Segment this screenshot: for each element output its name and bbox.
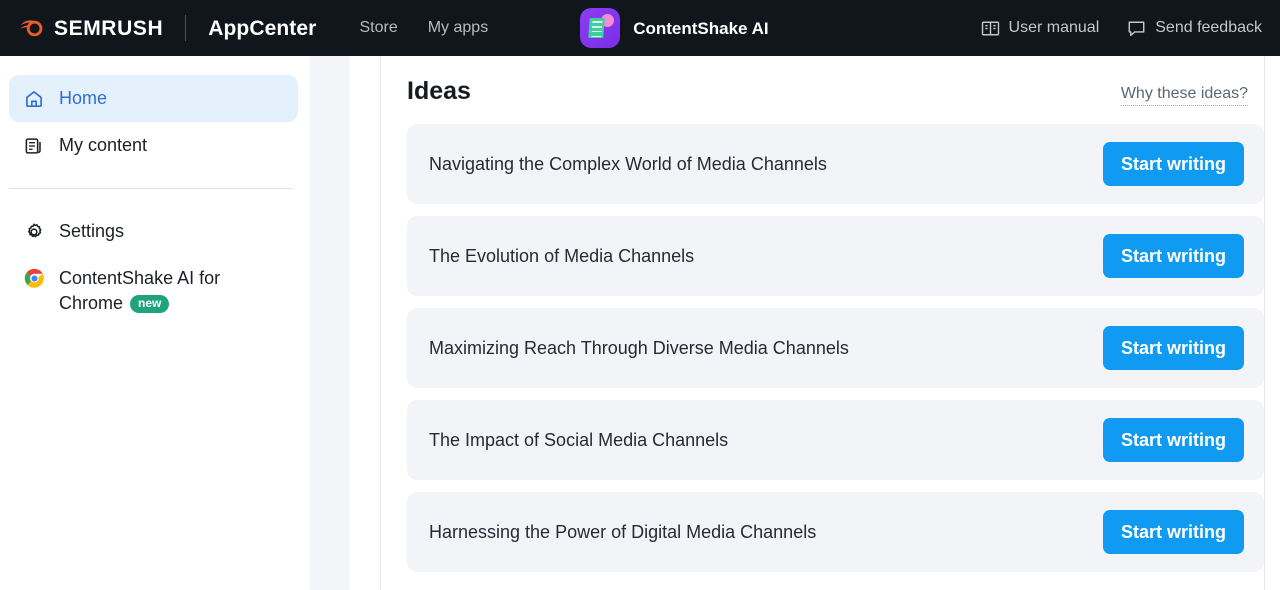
app-icon-document	[588, 18, 605, 38]
page-title: Ideas	[407, 77, 471, 105]
idea-card[interactable]: The Evolution of Media Channels Start wr…	[407, 216, 1264, 296]
home-icon	[23, 86, 45, 111]
sidebar-item-home[interactable]: Home	[9, 75, 298, 122]
book-icon	[981, 19, 1000, 38]
sidebar-divider	[9, 188, 293, 189]
idea-title: The Evolution of Media Channels	[429, 245, 695, 266]
start-writing-button[interactable]: Start writing	[1102, 510, 1244, 554]
new-badge: new	[130, 295, 170, 313]
user-manual-button[interactable]: User manual	[981, 19, 1100, 38]
semrush-wordmark: SEMRUSH	[54, 16, 164, 40]
content-right-border	[1264, 56, 1265, 590]
start-writing-button[interactable]: Start writing	[1102, 234, 1244, 278]
content-left-gutter	[350, 56, 381, 590]
sidebar-gutter-strip	[310, 56, 350, 590]
send-feedback-label: Send feedback	[1155, 19, 1262, 36]
top-bar-actions: User manual Send feedback	[981, 19, 1262, 38]
sidebar-item-contentshake-chrome-label: ContentShake AI for Chrome new	[59, 268, 221, 313]
start-writing-button[interactable]: Start writing	[1102, 418, 1244, 462]
sidebar: Home My content Settings ContentShake AI…	[0, 56, 310, 590]
semrush-brand[interactable]: SEMRUSH AppCenter	[18, 15, 316, 42]
gear-icon	[23, 219, 45, 244]
app-body: Home My content Settings ContentShake AI…	[0, 56, 1280, 590]
top-nav-links: Store My apps	[359, 20, 488, 36]
idea-card[interactable]: Maximizing Reach Through Diverse Media C…	[407, 308, 1264, 388]
brand-divider	[185, 15, 187, 41]
semrush-comet-logo-icon	[18, 15, 45, 42]
idea-card[interactable]: The Impact of Social Media Channels Star…	[407, 400, 1264, 480]
sidebar-item-settings-label: Settings	[59, 221, 125, 241]
idea-card[interactable]: Harnessing the Power of Digital Media Ch…	[407, 492, 1264, 572]
send-feedback-button[interactable]: Send feedback	[1127, 19, 1262, 38]
sidebar-item-contentshake-chrome[interactable]: ContentShake AI for Chrome new	[9, 255, 298, 327]
idea-title: Navigating the Complex World of Media Ch…	[429, 153, 827, 174]
contentshake-app-icon	[580, 8, 621, 48]
sidebar-item-home-label: Home	[59, 88, 108, 108]
start-writing-button[interactable]: Start writing	[1102, 142, 1244, 186]
app-root: SEMRUSH AppCenter Store My apps ContentS…	[0, 0, 1280, 590]
sidebar-item-settings[interactable]: Settings	[9, 208, 298, 255]
document-icon	[23, 133, 45, 158]
idea-card[interactable]: Navigating the Complex World of Media Ch…	[407, 124, 1264, 204]
chrome-icon	[23, 266, 45, 291]
nav-link-store[interactable]: Store	[359, 20, 397, 36]
idea-title: Harnessing the Power of Digital Media Ch…	[429, 521, 817, 542]
current-app-title: ContentShake AI	[580, 8, 769, 48]
idea-title: The Impact of Social Media Channels	[429, 429, 729, 450]
ideas-list: Navigating the Complex World of Media Ch…	[407, 124, 1264, 572]
sidebar-item-my-content-label: My content	[59, 135, 148, 155]
main-content: Ideas Why these ideas? Navigating the Co…	[381, 56, 1280, 590]
start-writing-button[interactable]: Start writing	[1102, 326, 1244, 370]
appcenter-wordmark: AppCenter	[208, 16, 317, 40]
ideas-header: Ideas Why these ideas?	[407, 76, 1264, 106]
nav-link-my-apps[interactable]: My apps	[428, 20, 488, 36]
sidebar-item-my-content[interactable]: My content	[9, 122, 298, 169]
idea-title: Maximizing Reach Through Diverse Media C…	[429, 337, 849, 358]
why-these-ideas-link[interactable]: Why these ideas?	[1120, 84, 1248, 106]
top-navigation-bar: SEMRUSH AppCenter Store My apps ContentS…	[0, 0, 1280, 56]
user-manual-label: User manual	[1008, 19, 1100, 36]
app-name-label: ContentShake AI	[633, 18, 769, 38]
speech-bubble-icon	[1127, 19, 1146, 38]
